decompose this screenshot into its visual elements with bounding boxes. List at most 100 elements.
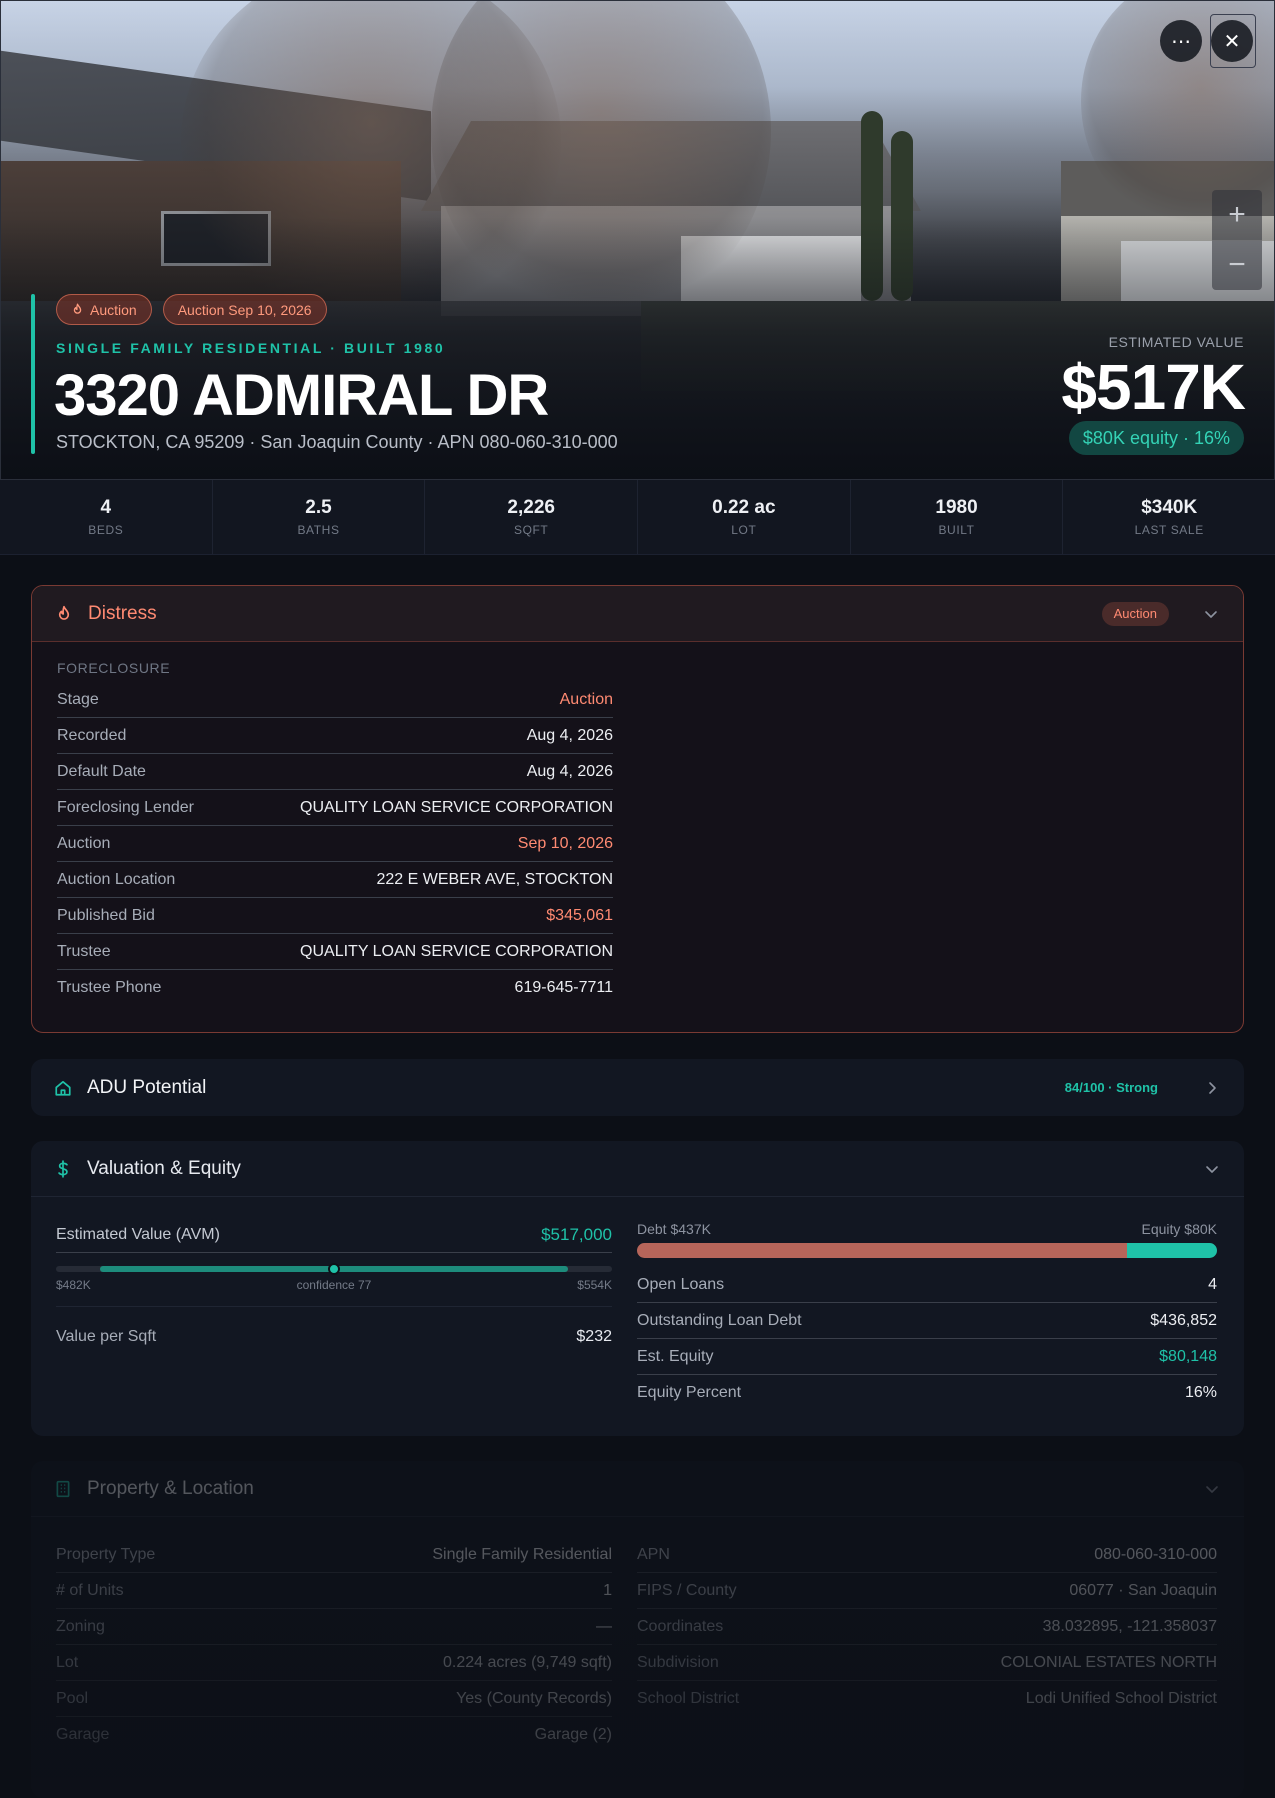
- stat-baths: 2.5 BATHS: [213, 480, 426, 554]
- debt-segment: [637, 1243, 1128, 1258]
- avm-value: $517,000: [541, 1224, 612, 1244]
- row-value: 06077 · San Joaquin: [1069, 1581, 1217, 1599]
- more-options-button[interactable]: ⋯: [1160, 20, 1202, 62]
- range-low: $482K: [56, 1278, 91, 1292]
- row-value: QUALITY LOAN SERVICE CORPORATION: [300, 798, 613, 816]
- row-key: Lot: [56, 1653, 79, 1671]
- distress-card: Distress Auction FORECLOSURE Stage Aucti…: [31, 585, 1244, 1033]
- loan-row: Equity Percent 16%: [637, 1375, 1217, 1411]
- divider: [56, 1306, 612, 1307]
- property-details-right: APN 080-060-310-000 FIPS / County 06077 …: [637, 1537, 1217, 1717]
- foreclosure-row: Trustee Phone 619-645-7711: [57, 970, 613, 1006]
- row-key: School District: [637, 1690, 740, 1707]
- debt-equity-bar: [637, 1243, 1217, 1258]
- adu-potential-card[interactable]: ADU Potential 84/100 · Strong: [31, 1059, 1244, 1116]
- status-chips: Auction Auction Sep 10, 2026: [56, 294, 327, 325]
- row-value: Garage (2): [534, 1726, 612, 1743]
- row-key: Auction: [57, 834, 111, 852]
- badge-label: Auction: [1113, 606, 1157, 621]
- row-key: Property Type: [56, 1545, 156, 1563]
- row-value: Yes (County Records): [456, 1689, 612, 1707]
- property-subtype: SINGLE FAMILY RESIDENTIAL · BUILT 1980: [56, 340, 446, 356]
- property-address: 3320 ADMIRAL DR: [54, 363, 549, 428]
- row-key: APN: [637, 1545, 670, 1563]
- row-value: 4: [1208, 1275, 1217, 1293]
- minus-icon: −: [1228, 248, 1246, 282]
- row-key: Outstanding Loan Debt: [637, 1311, 802, 1329]
- property-header[interactable]: Property & Location: [31, 1461, 1244, 1517]
- foreclosure-row: Default Date Aug 4, 2026: [57, 754, 613, 790]
- key-stats-bar: 4 BEDS 2.5 BATHS 2,226 SQFT 0.22 ac LOT …: [0, 480, 1275, 555]
- row-value: Lodi Unified School District: [1025, 1690, 1217, 1707]
- distress-header[interactable]: Distress Auction: [32, 586, 1243, 642]
- row-key: FIPS / County: [637, 1581, 737, 1599]
- confidence-range-track: [56, 1263, 612, 1275]
- row-value: Aug 4, 2026: [526, 762, 613, 780]
- debt-label: Debt $437K: [637, 1221, 711, 1237]
- accent-bar: [31, 294, 35, 454]
- stat-label: LAST SALE: [1134, 523, 1204, 537]
- foreclosure-row: Auction Sep 10, 2026: [57, 826, 613, 862]
- stat-value: 0.22 ac: [712, 497, 776, 518]
- row-value: 1: [603, 1581, 612, 1599]
- zoom-in-button[interactable]: +: [1212, 190, 1262, 240]
- foreclosure-details: FORECLOSURE Stage Auction Recorded Aug 4…: [57, 660, 613, 1006]
- stat-value: 2.5: [305, 497, 332, 518]
- address-details: STOCKTON, CA 95209 · San Joaquin County …: [56, 432, 618, 452]
- adu-score: 84/100 · Strong: [1064, 1080, 1158, 1095]
- range-high: $554K: [577, 1278, 612, 1292]
- stat-value: 2,226: [507, 497, 555, 518]
- chevron-down-icon[interactable]: [1201, 604, 1221, 624]
- stat-value: 4: [100, 497, 112, 518]
- row-key: Trustee: [57, 942, 111, 960]
- foreclosure-row: Foreclosing Lender QUALITY LOAN SERVICE …: [57, 790, 613, 826]
- row-key: Published Bid: [57, 906, 155, 924]
- chevron-down-icon[interactable]: [1202, 1159, 1222, 1179]
- property-row: APN 080-060-310-000: [637, 1537, 1217, 1573]
- foreclosure-row: Trustee QUALITY LOAN SERVICE CORPORATION: [57, 934, 613, 970]
- foreclosure-row: Recorded Aug 4, 2026: [57, 718, 613, 754]
- foreclosure-row: Auction Location 222 E WEBER AVE, STOCKT…: [57, 862, 613, 898]
- chevron-right-icon[interactable]: [1202, 1078, 1222, 1098]
- stat-sqft: 2,226 SQFT: [425, 480, 639, 554]
- dollar-icon: [53, 1159, 73, 1179]
- stat-label: LOT: [731, 523, 757, 537]
- stat-last-sale: $340K LAST SALE: [1063, 480, 1275, 554]
- stat-beds: 4 BEDS: [0, 480, 213, 554]
- zoom-out-button[interactable]: −: [1212, 239, 1262, 291]
- equity-badge-label: $80K equity · 16%: [1082, 427, 1230, 448]
- avm-row: Estimated Value (AVM) $517,000: [56, 1217, 612, 1253]
- loan-row: Open Loans 4: [637, 1267, 1217, 1303]
- distress-status-badge: Auction: [1101, 601, 1169, 626]
- row-value: 619-645-7711: [514, 979, 613, 996]
- adu-header[interactable]: ADU Potential 84/100 · Strong: [31, 1059, 1244, 1116]
- row-key: Auction Location: [57, 870, 176, 888]
- row-value: 222 E WEBER AVE, STOCKTON: [376, 870, 613, 888]
- close-button[interactable]: ✕: [1210, 14, 1256, 68]
- stat-label: BATHS: [297, 523, 340, 537]
- row-value: 16%: [1184, 1384, 1217, 1401]
- row-key: Default Date: [57, 762, 146, 780]
- flame-icon: [73, 303, 82, 314]
- loan-row: Outstanding Loan Debt $436,852: [637, 1303, 1217, 1339]
- row-value: $232: [576, 1328, 612, 1345]
- valuation-title: Valuation & Equity: [87, 1157, 241, 1179]
- equity-badge: $80K equity · 16%: [1068, 421, 1244, 455]
- property-row: Pool Yes (County Records): [56, 1681, 612, 1717]
- row-key: Foreclosing Lender: [57, 798, 194, 816]
- row-value: $345,061: [546, 906, 613, 924]
- property-location-card: Property & Location Property Type Single…: [31, 1461, 1244, 1798]
- chevron-down-icon[interactable]: [1202, 1479, 1222, 1499]
- distress-title: Distress: [88, 602, 157, 624]
- row-value: 080-060-310-000: [1094, 1545, 1217, 1563]
- row-value: QUALITY LOAN SERVICE CORPORATION: [300, 942, 613, 960]
- avm-label: Estimated Value (AVM): [56, 1225, 220, 1243]
- range-confidence: confidence 77: [296, 1278, 372, 1292]
- row-value: Single Family Residential: [432, 1545, 612, 1563]
- row-key: Trustee Phone: [57, 979, 162, 996]
- property-title: Property & Location: [87, 1477, 254, 1499]
- row-value: Auction: [559, 690, 613, 708]
- valuation-header[interactable]: Valuation & Equity: [31, 1141, 1244, 1197]
- estimated-value: $517K: [1061, 351, 1246, 423]
- row-value: $436,852: [1150, 1311, 1217, 1329]
